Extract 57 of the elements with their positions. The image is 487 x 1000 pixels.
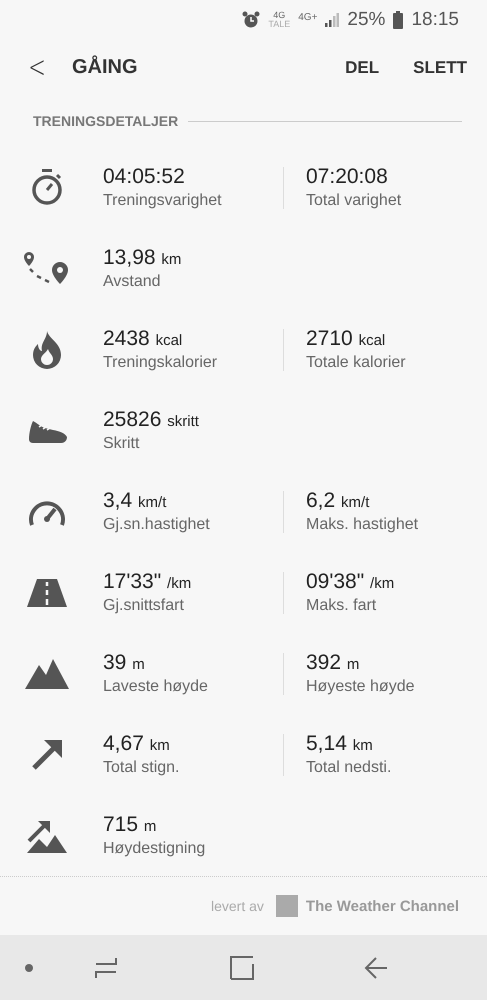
stat-label: Skritt	[103, 435, 140, 453]
stat-value: 715 m	[103, 813, 158, 837]
stat-value: 39 m	[103, 651, 146, 675]
stat-value: 17'33" /km	[103, 570, 192, 594]
diagonal-arrow-icon	[30, 738, 64, 772]
alarm-icon	[242, 11, 260, 29]
stat-value: 07:20:08	[306, 165, 389, 189]
network-sublabel: TALE	[268, 20, 290, 29]
mountain-arrow-icon	[26, 818, 66, 852]
stat-value: 09'38" /km	[306, 570, 396, 594]
stat-label: Treningskalorier	[103, 354, 218, 372]
stat-label: Gj.snittsfart	[103, 597, 185, 615]
logo-icon	[276, 895, 298, 917]
stat-label: Gj.sn.hastighet	[103, 516, 211, 534]
section-title: TRENINGSDETALJER	[33, 113, 178, 129]
action-button[interactable]: SLETT	[413, 52, 467, 84]
network-label: 4G	[273, 11, 286, 20]
stat-label: Høydestigning	[103, 840, 206, 858]
screen-title: GÅING	[72, 56, 139, 79]
route-pins-icon	[24, 252, 70, 286]
network-label: 4G+	[298, 12, 318, 22]
back-button[interactable]: <	[26, 50, 48, 85]
stopwatch-icon	[30, 168, 64, 206]
clock: 18:15	[411, 9, 459, 31]
stat-value: 2438 kcal	[103, 327, 184, 351]
stat-label: Maks. hastighet	[306, 516, 420, 534]
mountain-icon	[24, 658, 68, 688]
action-button[interactable]: DEL	[345, 52, 380, 84]
stat-value: 5,14 km	[306, 732, 374, 756]
stat-value: 392 m	[306, 651, 360, 675]
stat-value: 13,98 km	[103, 246, 182, 270]
credit-text: levert av	[210, 898, 264, 914]
stat-label: Maks. fart	[306, 597, 378, 615]
stat-value: 2710 kcal	[306, 327, 386, 351]
stat-label: Totale kalorier	[306, 354, 407, 372]
dot-icon[interactable]	[24, 962, 34, 972]
signal-icon	[325, 13, 340, 27]
stat-value: 04:05:52	[103, 165, 186, 189]
stat-label: Avstand	[103, 273, 162, 291]
recent-apps-icon[interactable]	[94, 958, 118, 978]
stat-label: Høyeste høyde	[306, 678, 416, 696]
battery-icon	[393, 11, 404, 29]
brand-name: The Weather Channel	[306, 898, 459, 914]
stat-label: Total stign.	[103, 759, 180, 777]
road-icon	[26, 578, 66, 606]
flame-icon	[32, 330, 60, 368]
back-icon[interactable]	[364, 956, 388, 980]
stat-label: Laveste høyde	[103, 678, 209, 696]
stat-value: 4,67 km	[103, 732, 171, 756]
home-icon[interactable]	[230, 956, 254, 980]
stat-value: 25826 skritt	[103, 408, 200, 432]
stat-value: 3,4 km/t	[103, 489, 168, 513]
stat-value: 6,2 km/t	[306, 489, 370, 513]
stat-label: Treningsvarighet	[103, 192, 223, 210]
stat-label: Total varighet	[306, 192, 402, 210]
battery-percent: 25%	[347, 9, 386, 31]
stat-label: Total nedsti.	[306, 759, 392, 777]
